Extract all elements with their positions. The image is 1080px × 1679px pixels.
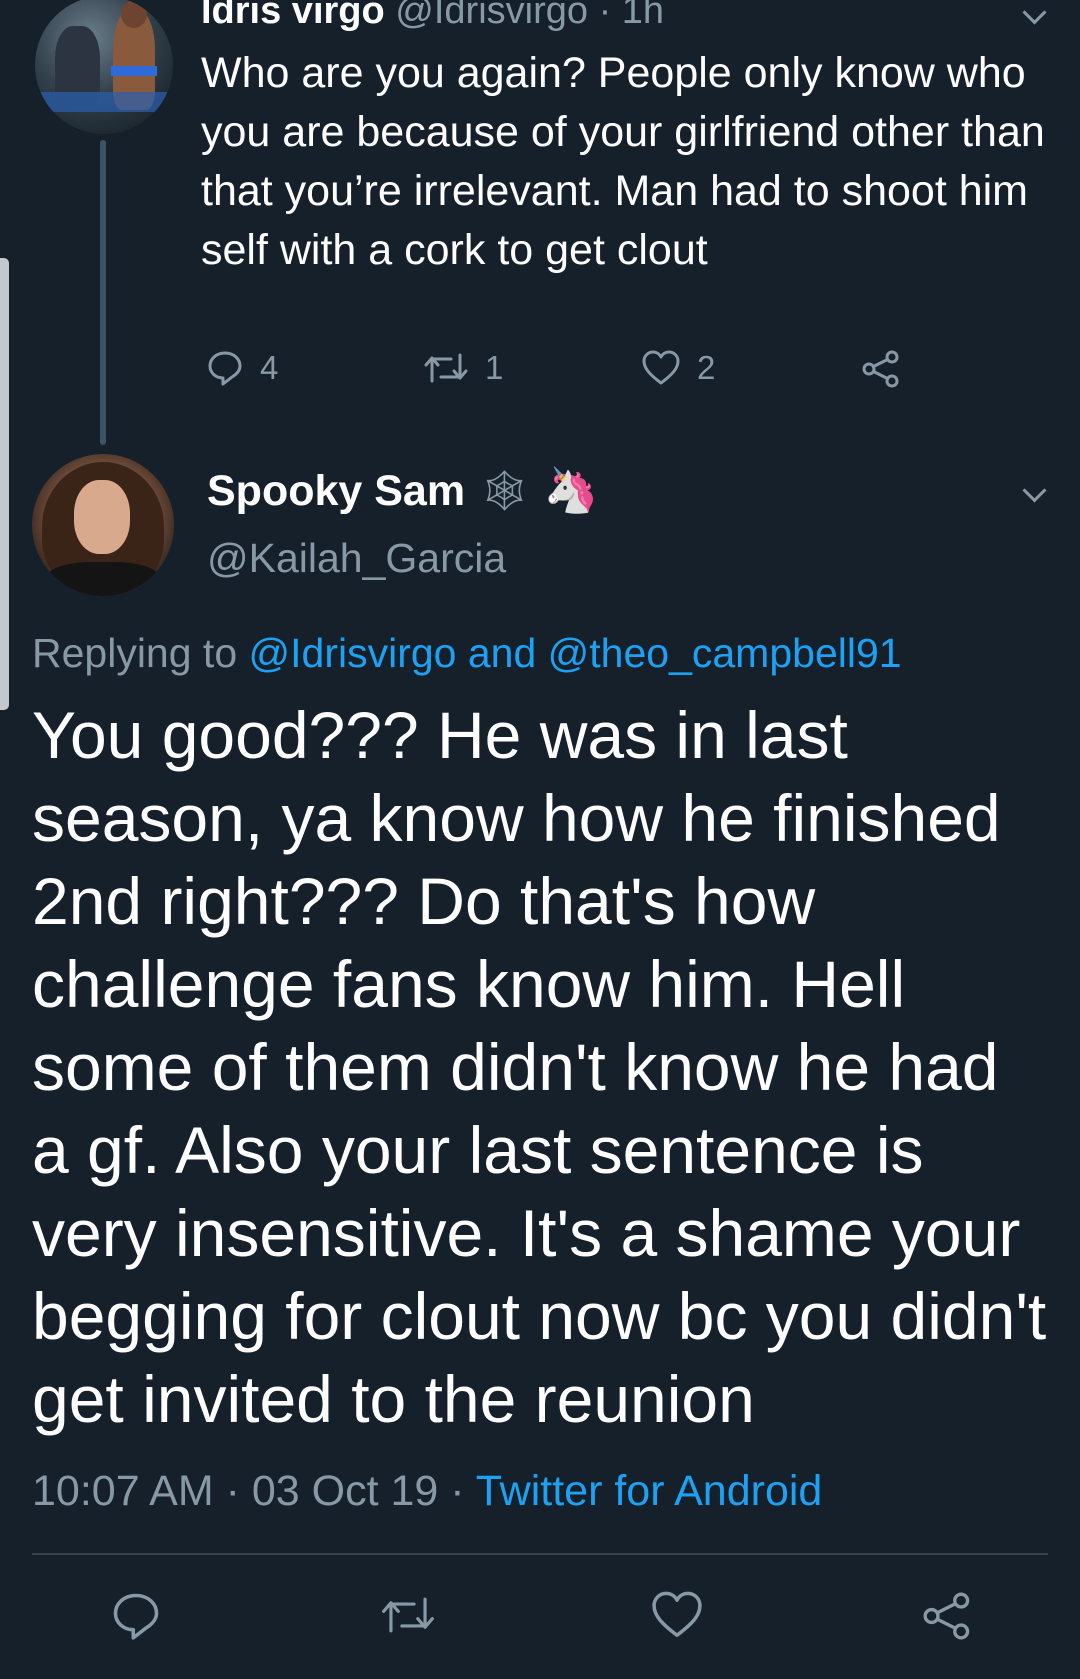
chevron-down-icon[interactable]: [1022, 478, 1047, 503]
display-name-text: Spooky Sam: [207, 467, 466, 515]
handle-and-time: @Idrisvirgo · 1h: [395, 0, 665, 32]
scroll-indicator[interactable]: [0, 258, 9, 710]
divider: [32, 1553, 1048, 1555]
avatar[interactable]: [32, 454, 174, 596]
retweet-button[interactable]: [380, 1590, 436, 1645]
reply-button[interactable]: 4: [206, 349, 278, 387]
like-button[interactable]: 2: [641, 349, 715, 387]
share-button[interactable]: [860, 349, 902, 389]
retweet-button[interactable]: 1: [423, 349, 503, 387]
source-link[interactable]: Twitter for Android: [476, 1467, 823, 1515]
thread-line: [100, 140, 106, 445]
like-count: 2: [697, 349, 716, 386]
tweet-text: You good??? He was in last season, ya kn…: [32, 698, 1047, 1436]
retweet-icon: [382, 1597, 434, 1633]
display-name[interactable]: Idris virgo: [201, 0, 385, 32]
chevron-down-icon[interactable]: [1022, 0, 1047, 25]
replying-to: Replying to @Idrisvirgo and @theo_campbe…: [32, 628, 902, 678]
share-icon: [862, 350, 899, 388]
spider-web-emoji: 🕸: [479, 469, 530, 513]
reply-icon: [208, 351, 242, 386]
replying-users-link[interactable]: @Idrisvirgo and @theo_campbell91: [249, 630, 902, 676]
retweet-count: 1: [485, 349, 504, 386]
reply-icon: [113, 1593, 159, 1640]
like-icon: [642, 350, 680, 385]
replying-prefix: Replying to: [32, 630, 238, 676]
display-name[interactable]: Spooky Sam 🕸 🦄: [207, 466, 599, 516]
retweet-icon: [424, 353, 468, 383]
unicorn-emoji: 🦄: [543, 466, 599, 515]
handle[interactable]: @Kailah_Garcia: [207, 533, 506, 583]
like-icon: [652, 1591, 702, 1638]
like-button[interactable]: [650, 1590, 704, 1645]
reply-button[interactable]: [110, 1590, 162, 1647]
share-icon: [923, 1592, 970, 1640]
share-button[interactable]: [920, 1590, 974, 1647]
reply-count: 4: [260, 349, 279, 386]
parent-tweet-text: Who are you again? People only know who …: [201, 49, 1045, 274]
timestamp: 10:07 AM · 03 Oct 19 ·: [32, 1467, 465, 1515]
tweet-meta: 10:07 AM · 03 Oct 19 · Twitter for Andro…: [32, 1465, 822, 1517]
parent-tweet-header: Idris virgo @Idrisvirgo · 1h: [201, 0, 664, 34]
avatar[interactable]: [35, 0, 173, 134]
